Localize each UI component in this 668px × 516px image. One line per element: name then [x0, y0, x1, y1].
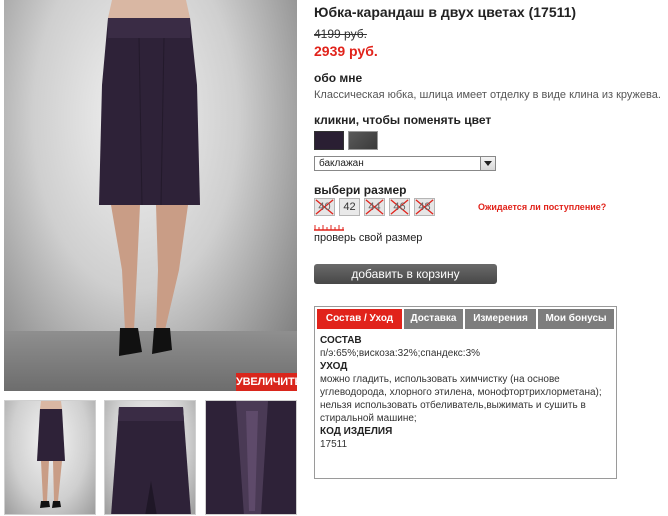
product-description: Классическая юбка, шлица имеет отделку в…: [314, 89, 661, 101]
composition-heading: СОСТАВ: [320, 335, 362, 346]
thumbnail-lace-detail: [206, 401, 296, 514]
size-option-48[interactable]: 48: [414, 198, 435, 216]
size-option-44[interactable]: 44: [364, 198, 385, 216]
product-info-tabs: Состав / Уход Доставка Измерения Мои бон…: [314, 306, 617, 479]
size-option-40[interactable]: 40: [314, 198, 335, 216]
product-code-heading: КОД ИЗДЕЛИЯ: [320, 426, 393, 437]
thumbnail-2[interactable]: [104, 400, 196, 515]
thumbnail-3[interactable]: [205, 400, 297, 515]
sale-price: 2939 руб.: [314, 43, 378, 59]
old-price: 4199 руб.: [314, 27, 367, 41]
size-heading: выбери размер: [314, 183, 407, 197]
size-label: 46: [393, 201, 406, 213]
color-swatch-gray[interactable]: [348, 131, 378, 150]
product-title: Юбка-карандаш в двух цветах (17511): [314, 4, 577, 20]
size-label: 48: [418, 201, 431, 213]
size-option-42[interactable]: 42: [339, 198, 360, 216]
about-heading: обо мне: [314, 71, 363, 85]
ruler-icon: [314, 225, 344, 231]
chevron-down-icon[interactable]: [480, 157, 495, 170]
restock-inquiry-link[interactable]: Ожидается ли поступление?: [478, 202, 606, 212]
thumbnail-full-figure: [37, 401, 65, 508]
color-select-value: баклажан: [319, 158, 364, 169]
care-text: можно гладить, использовать химчистку (н…: [320, 374, 602, 424]
add-to-cart-button[interactable]: добавить в корзину: [314, 264, 497, 284]
size-label: 42: [343, 201, 356, 213]
product-code: 17511: [320, 439, 348, 450]
size-label: 40: [318, 201, 331, 213]
tab-panel: СОСТАВ п/э:65%;вискоза:32%;спандекс:3% У…: [320, 334, 612, 451]
model-figure: [99, 0, 200, 356]
tab-composition-care[interactable]: Состав / Уход: [317, 309, 402, 329]
tab-delivery[interactable]: Доставка: [404, 309, 463, 329]
composition-text: п/э:65%;вискоза:32%;спандекс:3%: [320, 348, 481, 359]
tab-measurements[interactable]: Измерения: [465, 309, 536, 329]
thumbnail-skirt-back: [111, 407, 191, 514]
main-product-photo[interactable]: [4, 0, 297, 391]
color-select[interactable]: баклажан: [314, 156, 496, 171]
tab-bonuses[interactable]: Мои бонусы: [538, 309, 614, 329]
thumbnail-1[interactable]: [4, 400, 96, 515]
size-label: 44: [368, 201, 381, 213]
check-size-link[interactable]: проверь свой размер: [314, 232, 422, 244]
zoom-button[interactable]: УВЕЛИЧИТЬ: [236, 373, 302, 391]
care-heading: УХОД: [320, 361, 348, 372]
color-swatch-eggplant[interactable]: [314, 131, 344, 150]
color-heading: кликни, чтобы поменять цвет: [314, 113, 492, 127]
size-option-46[interactable]: 46: [389, 198, 410, 216]
